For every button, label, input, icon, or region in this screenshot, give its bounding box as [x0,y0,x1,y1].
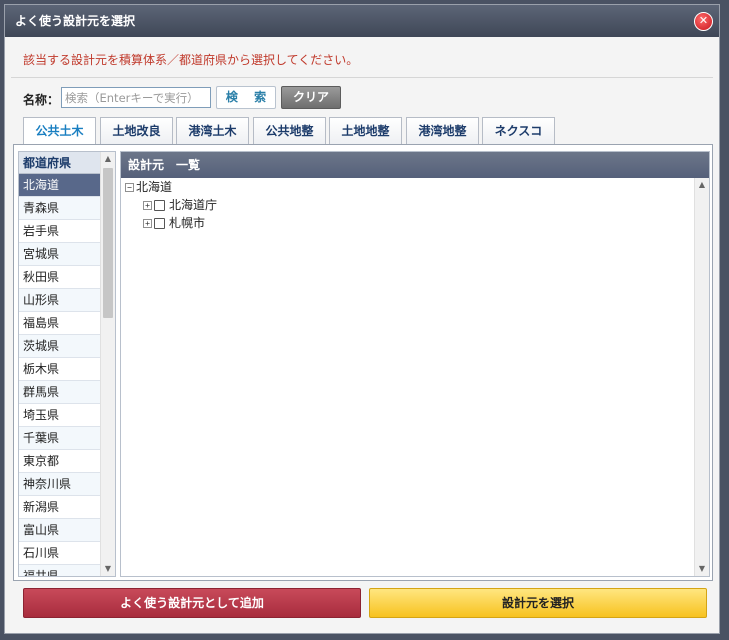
divider [11,77,713,78]
prefecture-item[interactable]: 福島県 [19,312,101,335]
prefecture-item[interactable]: 東京都 [19,450,101,473]
tab-kouwan-chisei[interactable]: 港湾地整 [406,117,479,144]
select-designer-button[interactable]: 設計元を選択 [369,588,707,618]
tree-node-label[interactable]: 札幌市 [169,216,205,230]
tree-node-label[interactable]: 北海道 [136,180,172,194]
prefecture-item[interactable]: 北海道 [19,174,101,197]
prefecture-item[interactable]: 秋田県 [19,266,101,289]
tab-kouwan-doboku[interactable]: 港湾土木 [176,117,249,144]
tab-nexco[interactable]: ネクスコ [482,117,555,144]
scroll-up-icon[interactable]: ▲ [695,178,709,192]
prefecture-item[interactable]: 宮城県 [19,243,101,266]
add-favorite-button[interactable]: よく使う設計元として追加 [23,588,361,618]
collapse-icon[interactable]: − [125,183,134,192]
prefecture-list: 都道府県 北海道 青森県 岩手県 宮城県 秋田県 山形県 福島県 茨城県 栃木県 群馬県 埼玉県 千葉… [18,151,116,577]
prefecture-item[interactable]: 埼玉県 [19,404,101,427]
prefecture-item[interactable]: 石川県 [19,542,101,565]
tree-node-root[interactable]: − 北海道 [125,178,172,196]
prefecture-item[interactable]: 青森県 [19,197,101,220]
prefecture-item[interactable]: 富山県 [19,519,101,542]
tree-scrollbar[interactable]: ▲ ▼ [694,178,709,576]
instruction-text: 該当する設計元を積算体系／都道府県から選択してください。 [23,53,359,67]
prefecture-item[interactable]: 山形県 [19,289,101,312]
scroll-down-icon[interactable]: ▼ [695,562,709,576]
node-checkbox[interactable] [154,200,165,211]
prefecture-item[interactable]: 茨城県 [19,335,101,358]
content-panel: 都道府県 北海道 青森県 岩手県 宮城県 秋田県 山形県 福島県 茨城県 栃木県 群馬県 埼玉県 千葉… [13,144,713,581]
scroll-up-icon[interactable]: ▲ [101,152,115,166]
tab-koukyou-chisei[interactable]: 公共地整 [253,117,326,144]
prefecture-item[interactable]: 新潟県 [19,496,101,519]
prefecture-item[interactable]: 千葉県 [19,427,101,450]
tree-node-label[interactable]: 北海道庁 [169,198,217,212]
tree-node-child[interactable]: + 北海道庁 [143,196,217,214]
tree-body: − 北海道 + 北海道庁 + 札幌市 [121,178,693,576]
tree-node-child[interactable]: + 札幌市 [143,214,205,232]
close-icon[interactable]: ✕ [694,12,713,31]
dialog: よく使う設計元を選択 ✕ 該当する設計元を積算体系／都道府県から選択してください… [4,4,720,634]
tree-header: 設計元 一覧 [121,152,709,178]
prefecture-item[interactable]: 福井県 [19,565,101,576]
prefecture-item[interactable]: 栃木県 [19,358,101,381]
clear-button[interactable]: クリア [281,86,341,109]
prefecture-scrollbar[interactable]: ▲ ▼ [100,152,115,576]
node-checkbox[interactable] [154,218,165,229]
designer-tree-panel: 設計元 一覧 − 北海道 + 北海道庁 + 札幌市 ▲ ▼ [120,151,710,577]
prefecture-item[interactable]: 岩手県 [19,220,101,243]
prefecture-item[interactable]: 神奈川県 [19,473,101,496]
tab-tochi-chisei[interactable]: 土地地整 [329,117,402,144]
tab-koukyou-doboku[interactable]: 公共土木 [23,117,96,145]
dialog-title: よく使う設計元を選択 [15,14,136,28]
prefecture-item[interactable]: 群馬県 [19,381,101,404]
prefecture-items: 北海道 青森県 岩手県 宮城県 秋田県 山形県 福島県 茨城県 栃木県 群馬県 埼玉県 千葉県 東京都神… [19,174,101,576]
expand-icon[interactable]: + [143,201,152,210]
scroll-down-icon[interactable]: ▼ [101,562,115,576]
search-input[interactable] [61,87,211,108]
expand-icon[interactable]: + [143,219,152,228]
dialog-titlebar: よく使う設計元を選択 ✕ [5,5,719,37]
name-label: 名称： [23,93,60,107]
tab-tochi-kairyo[interactable]: 土地改良 [100,117,173,144]
search-button[interactable]: 検 索 [216,86,276,109]
scroll-thumb[interactable] [103,168,113,318]
